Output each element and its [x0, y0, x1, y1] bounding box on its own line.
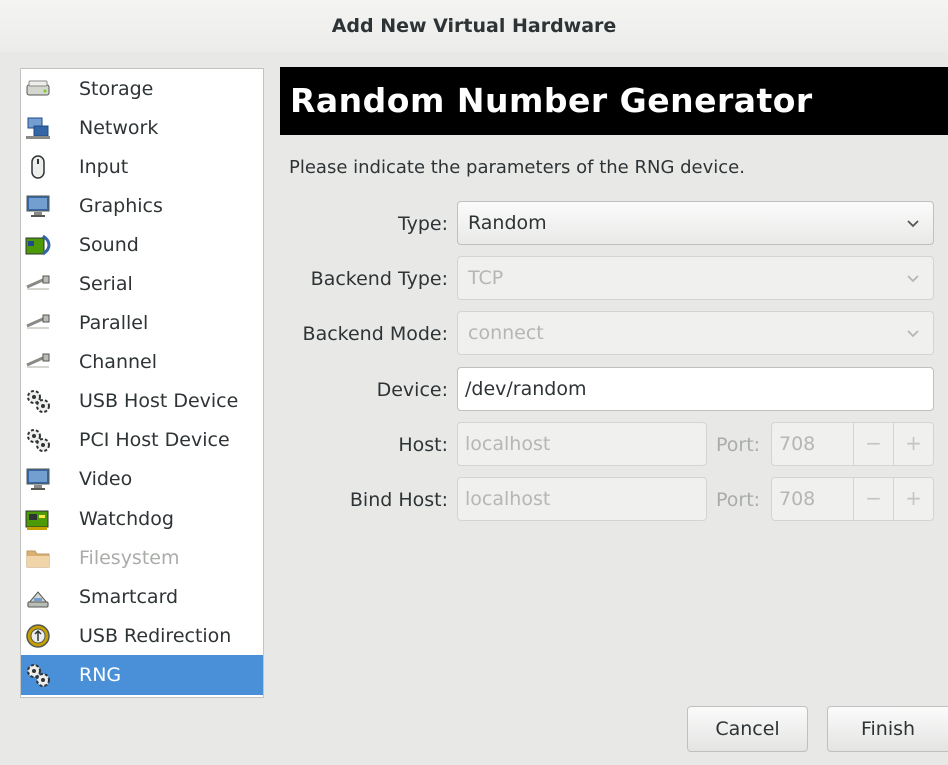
- bind-host-port-spinner[interactable]: 708 − +: [771, 477, 934, 521]
- backend-type-value: TCP: [468, 267, 504, 289]
- host-input[interactable]: localhost: [457, 422, 707, 466]
- sidebar-item-network[interactable]: Network: [21, 108, 263, 147]
- host-port-value: 708: [779, 433, 816, 455]
- bind-host-port-value: 708: [779, 488, 816, 510]
- page-description: Please indicate the parameters of the RN…: [289, 157, 745, 178]
- sidebar-item-label: Smartcard: [79, 585, 179, 608]
- backend-mode-combo[interactable]: connect: [457, 311, 934, 355]
- sidebar-item-smartcard[interactable]: Smartcard: [21, 577, 263, 616]
- sidebar-item-usb-host-device[interactable]: USB Host Device: [21, 382, 263, 421]
- sidebar-item-label: Channel: [79, 351, 158, 374]
- sound-card-icon: [25, 232, 51, 258]
- decrement-button[interactable]: −: [853, 478, 893, 520]
- sidebar-item-label: USB Host Device: [79, 390, 239, 413]
- parallel-cable-icon: [25, 310, 51, 336]
- mouse-icon: [25, 154, 51, 180]
- increment-button[interactable]: +: [893, 423, 933, 465]
- type-combo[interactable]: Random: [457, 201, 934, 245]
- finish-button[interactable]: Finish: [827, 706, 948, 752]
- sidebar-item-serial[interactable]: Serial: [21, 264, 263, 303]
- network-icon: [25, 115, 51, 141]
- window-title: Add New Virtual Hardware: [0, 0, 948, 52]
- sidebar-item-rng[interactable]: RNG: [21, 655, 263, 695]
- sidebar-item-label: Input: [79, 155, 129, 178]
- decrement-button[interactable]: −: [853, 423, 893, 465]
- sidebar-item-video[interactable]: Video: [21, 460, 263, 499]
- sidebar-item-label: PCI Host Device: [79, 429, 230, 452]
- increment-button[interactable]: +: [893, 478, 933, 520]
- type-value: Random: [468, 212, 547, 234]
- circuit-board-icon: [25, 506, 51, 532]
- sidebar-item-label: Filesystem: [79, 546, 180, 569]
- host-port-label: Port:: [716, 434, 761, 456]
- bind-host-label: Bind Host:: [349, 489, 448, 511]
- sidebar-item-label: Parallel: [79, 312, 149, 335]
- sidebar-item-label: Serial: [79, 273, 133, 296]
- sidebar-item-storage[interactable]: Storage: [21, 69, 263, 108]
- sidebar-item-graphics[interactable]: Graphics: [21, 186, 263, 225]
- serial-cable-icon: [25, 271, 51, 297]
- backend-type-label: Backend Type:: [310, 268, 448, 290]
- sidebar-item-sound[interactable]: Sound: [21, 225, 263, 264]
- sidebar-item-usb-redirection[interactable]: USB Redirection: [21, 616, 263, 655]
- chevron-down-icon: [907, 275, 919, 283]
- sidebar-item-label: Watchdog: [79, 507, 174, 530]
- smartcard-icon: [25, 584, 51, 610]
- device-label: Device:: [376, 379, 448, 401]
- monitor-icon: [25, 193, 51, 219]
- folder-icon: [25, 545, 51, 571]
- host-label: Host:: [398, 434, 448, 456]
- hardware-type-list[interactable]: Storage Network Input Graphics Sound Serial Pa…: [20, 68, 264, 698]
- bind-host-input[interactable]: localhost: [457, 477, 707, 521]
- gears-icon: [25, 427, 51, 453]
- sidebar-item-watchdog[interactable]: Watchdog: [21, 499, 263, 538]
- sidebar-item-label: USB Redirection: [79, 624, 232, 647]
- backend-type-combo[interactable]: TCP: [457, 256, 934, 300]
- sidebar-item-label: Network: [79, 116, 159, 139]
- chevron-down-icon: [907, 220, 919, 228]
- usb-icon: [25, 623, 51, 649]
- sidebar-item-filesystem: Filesystem: [21, 538, 263, 577]
- sidebar-item-label: Storage: [79, 77, 154, 100]
- host-port-spinner[interactable]: 708 − +: [771, 422, 934, 466]
- device-input[interactable]: /dev/random: [457, 367, 934, 411]
- monitor-icon: [25, 466, 51, 492]
- sidebar-item-channel[interactable]: Channel: [21, 343, 263, 382]
- backend-mode-label: Backend Mode:: [302, 323, 448, 345]
- chevron-down-icon: [907, 330, 919, 338]
- bind-host-port-label: Port:: [716, 489, 761, 511]
- sidebar-item-label: Video: [79, 468, 133, 491]
- storage-icon: [25, 76, 51, 102]
- gears-icon: [25, 662, 51, 688]
- sidebar-item-label: Sound: [79, 233, 139, 256]
- sidebar-item-pci-host-device[interactable]: PCI Host Device: [21, 421, 263, 460]
- add-hardware-dialog: Add New Virtual Hardware Storage Network I…: [0, 0, 948, 765]
- sidebar-item-input[interactable]: Input: [21, 147, 263, 186]
- type-label: Type:: [397, 213, 448, 235]
- cancel-button[interactable]: Cancel: [687, 706, 808, 752]
- sidebar-item-label: RNG: [79, 663, 122, 686]
- page-heading: Random Number Generator: [280, 67, 948, 135]
- channel-cable-icon: [25, 349, 51, 375]
- sidebar-item-parallel[interactable]: Parallel: [21, 304, 263, 343]
- sidebar-item-label: Graphics: [79, 194, 163, 217]
- gears-icon: [25, 388, 51, 414]
- backend-mode-value: connect: [468, 322, 544, 344]
